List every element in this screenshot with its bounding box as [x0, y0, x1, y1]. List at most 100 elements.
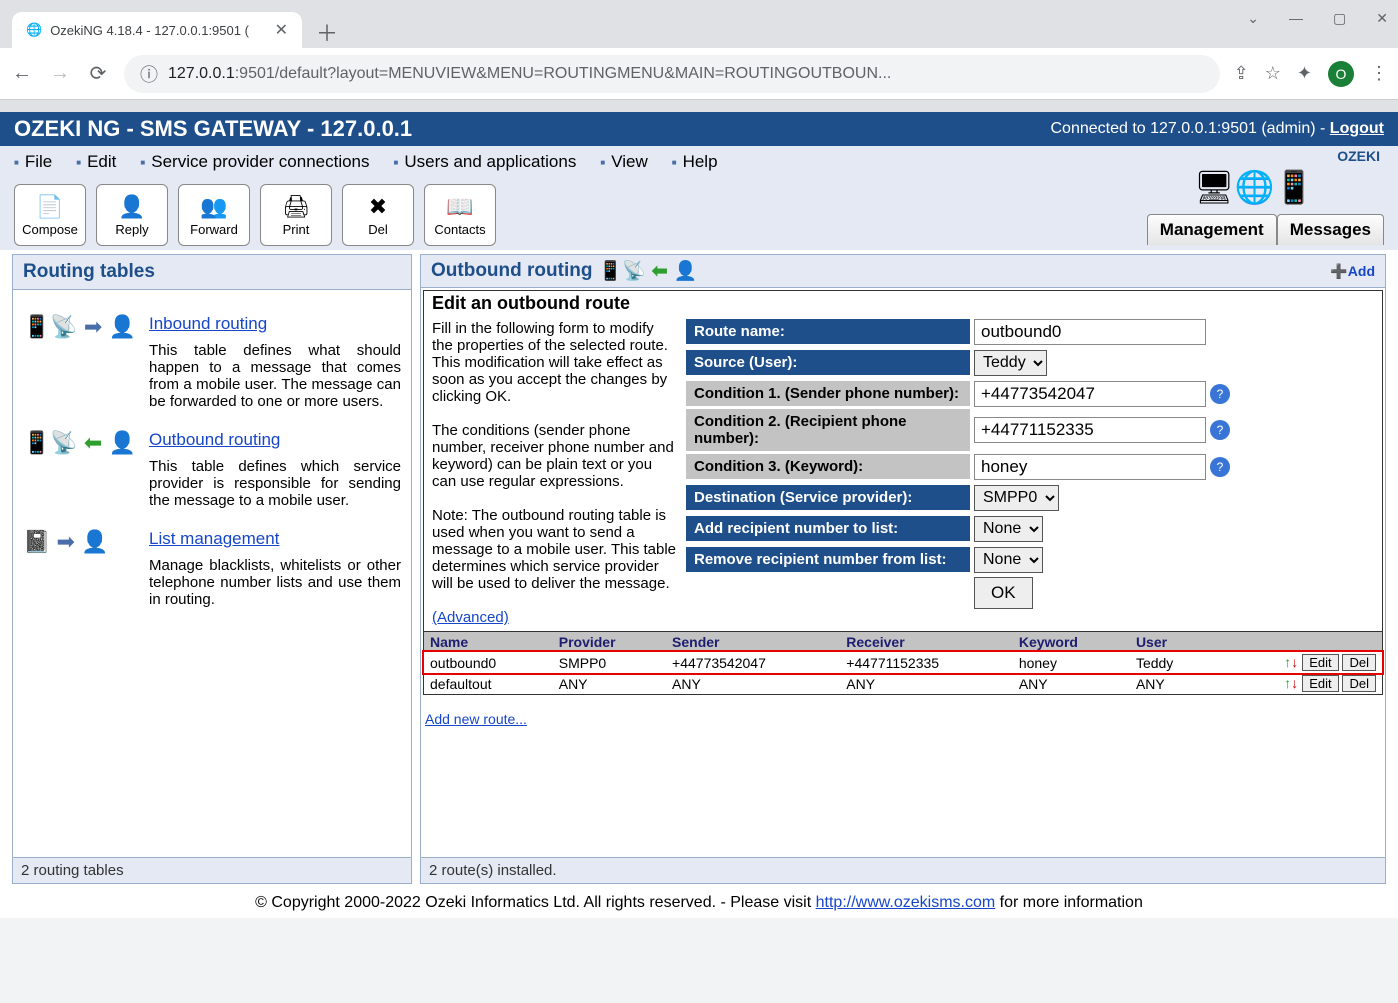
- minimize-icon[interactable]: ―: [1289, 10, 1303, 27]
- toolbar-icons: ⇪ ☆ ✦ O ⋮: [1234, 61, 1388, 87]
- plus-icon: ➕: [1330, 263, 1347, 279]
- phone-tower-icon: 📱📡: [598, 259, 645, 283]
- info-icon[interactable]: ⓘ: [140, 61, 158, 87]
- big-tabs: Management Messages: [1124, 214, 1384, 245]
- inbound-entry: 📱📡 ➡ 👤 Inbound routing This table define…: [23, 314, 401, 410]
- list-entry: 📓 ➡ 👤 List management Manage blacklists,…: [23, 529, 401, 608]
- list-icons: 📓 ➡ 👤: [23, 529, 139, 608]
- input-cond2[interactable]: [974, 417, 1206, 443]
- menu-help[interactable]: Help: [672, 152, 718, 172]
- del-route-button[interactable]: Del: [1342, 654, 1376, 671]
- menu-spc[interactable]: Service provider connections: [140, 152, 369, 172]
- edit-route-button[interactable]: Edit: [1302, 675, 1338, 692]
- list-desc: Manage blacklists, whitelists or other t…: [149, 557, 401, 608]
- tab-close-icon[interactable]: ✕: [275, 20, 288, 40]
- table-row: outbound0 SMPP0 +44773542047 +4477115233…: [424, 652, 1382, 673]
- th-keyword: Keyword: [1013, 632, 1130, 653]
- browser-toolbar: ← → ⟳ ⓘ 127.0.0.1:9501/default?layout=ME…: [0, 48, 1398, 100]
- forward-button[interactable]: 👥Forward: [178, 184, 250, 246]
- reply-button[interactable]: 👤Reply: [96, 184, 168, 246]
- select-add-list[interactable]: None: [974, 516, 1043, 542]
- th-sender: Sender: [666, 632, 840, 653]
- label-cond1: Condition 1. (Sender phone number):: [686, 381, 970, 406]
- maximize-icon[interactable]: ▢: [1333, 10, 1346, 27]
- url-bar[interactable]: ⓘ 127.0.0.1:9501/default?layout=MENUVIEW…: [124, 55, 1220, 93]
- logout-link[interactable]: Logout: [1330, 120, 1384, 137]
- menu-edit[interactable]: Edit: [76, 152, 116, 172]
- help-icon[interactable]: ?: [1210, 420, 1230, 440]
- input-cond3[interactable]: [974, 454, 1206, 480]
- ok-button[interactable]: OK: [974, 577, 1033, 609]
- main-wrap: Routing tables 📱📡 ➡ 👤 Inbound routing Th…: [0, 250, 1398, 888]
- select-dest[interactable]: SMPP0: [974, 485, 1059, 511]
- user-icon: 👤: [674, 259, 698, 283]
- form-heading: Edit an outbound route: [424, 291, 1382, 316]
- label-cond3: Condition 3. (Keyword):: [686, 454, 970, 479]
- menu-icon[interactable]: ⋮: [1370, 63, 1388, 84]
- inbound-desc: This table defines what should happen to…: [149, 342, 401, 410]
- select-rem-list[interactable]: None: [974, 547, 1043, 573]
- cell-sender: +44773542047: [666, 652, 840, 673]
- outbound-routing-link[interactable]: Outbound routing: [149, 430, 280, 449]
- outbound-icons: 📱📡 ⬅ 👤: [23, 430, 139, 509]
- contacts-button[interactable]: 📖Contacts: [424, 184, 496, 246]
- outbound-desc: This table defines which service provide…: [149, 458, 401, 509]
- edit-route-form: Edit an outbound route Fill in the follo…: [423, 290, 1383, 695]
- cell-user: Teddy: [1130, 652, 1211, 673]
- chevron-down-icon[interactable]: ⌄: [1247, 10, 1259, 27]
- help-icon[interactable]: ?: [1210, 384, 1230, 404]
- delete-icon: ✖: [369, 194, 387, 220]
- browser-tab[interactable]: 🌐 OzekiNG 4.18.4 - 127.0.0.1:9501 ( ✕: [12, 12, 302, 48]
- browser-tabs: 🌐 OzekiNG 4.18.4 - 127.0.0.1:9501 ( ✕ ＋: [0, 0, 1398, 48]
- connection-status: Connected to 127.0.0.1:9501 (admin) - Lo…: [1051, 120, 1385, 138]
- url-text: 127.0.0.1:9501/default?layout=MENUVIEW&M…: [168, 65, 891, 83]
- extensions-icon[interactable]: ✦: [1297, 63, 1312, 84]
- back-button[interactable]: ←: [10, 62, 34, 85]
- arrow-left-icon: ⬅: [652, 260, 668, 283]
- row-actions: ↑↓ Edit Del: [1211, 652, 1382, 673]
- footer-link[interactable]: http://www.ozekisms.com: [816, 894, 996, 911]
- new-tab-button[interactable]: ＋: [302, 16, 352, 48]
- del-route-button[interactable]: Del: [1342, 675, 1376, 692]
- menu-file[interactable]: File: [14, 152, 52, 172]
- help-icon[interactable]: ?: [1210, 457, 1230, 477]
- tab-messages[interactable]: Messages: [1277, 214, 1384, 245]
- input-route-name[interactable]: [974, 319, 1206, 345]
- share-icon[interactable]: ⇪: [1234, 63, 1249, 84]
- profile-avatar[interactable]: O: [1328, 61, 1354, 87]
- tab-management[interactable]: Management: [1147, 214, 1277, 245]
- star-icon[interactable]: ☆: [1265, 63, 1281, 84]
- close-icon[interactable]: ✕: [1376, 10, 1388, 27]
- compose-button[interactable]: 📄Compose: [14, 184, 86, 246]
- advanced-link[interactable]: (Advanced): [432, 609, 509, 626]
- select-source[interactable]: Teddy: [974, 350, 1047, 376]
- inbound-routing-link[interactable]: Inbound routing: [149, 314, 267, 333]
- outbound-panel-title: Outbound routing 📱📡 ⬅ 👤: [431, 259, 697, 283]
- table-header-row: Name Provider Sender Receiver Keyword Us…: [424, 632, 1382, 653]
- add-route-link[interactable]: ➕Add: [1330, 263, 1375, 280]
- cell-user: ANY: [1130, 673, 1211, 694]
- add-new-route-link[interactable]: Add new route...: [425, 711, 527, 727]
- app-title: OZEKI NG - SMS GATEWAY - 127.0.0.1: [14, 116, 412, 142]
- menu-view[interactable]: View: [600, 152, 647, 172]
- edit-route-button[interactable]: Edit: [1302, 654, 1338, 671]
- move-down-icon[interactable]: ↓: [1291, 654, 1298, 670]
- globe-icon: 🌐: [26, 22, 42, 38]
- browser-chrome: ⌄ ― ▢ ✕ 🌐 OzekiNG 4.18.4 - 127.0.0.1:950…: [0, 0, 1398, 112]
- forward-button[interactable]: →: [48, 62, 72, 85]
- delete-button[interactable]: ✖Del: [342, 184, 414, 246]
- cell-receiver: +44771152335: [840, 652, 1013, 673]
- th-user: User: [1130, 632, 1211, 653]
- list-management-link[interactable]: List management: [149, 529, 279, 548]
- menu-users[interactable]: Users and applications: [394, 152, 577, 172]
- cell-sender: ANY: [666, 673, 840, 694]
- input-cond1[interactable]: [974, 381, 1206, 407]
- forward-icon: 👥: [200, 194, 227, 220]
- routing-tables-title: Routing tables: [13, 255, 411, 290]
- print-button[interactable]: 🖨Print: [260, 184, 332, 246]
- reload-button[interactable]: ⟳: [86, 61, 110, 86]
- right-footer: 2 route(s) installed.: [421, 857, 1385, 883]
- form-description: Fill in the following form to modify the…: [424, 316, 686, 630]
- move-down-icon[interactable]: ↓: [1291, 675, 1298, 691]
- tab-title: OzekiNG 4.18.4 - 127.0.0.1:9501 (: [50, 23, 249, 38]
